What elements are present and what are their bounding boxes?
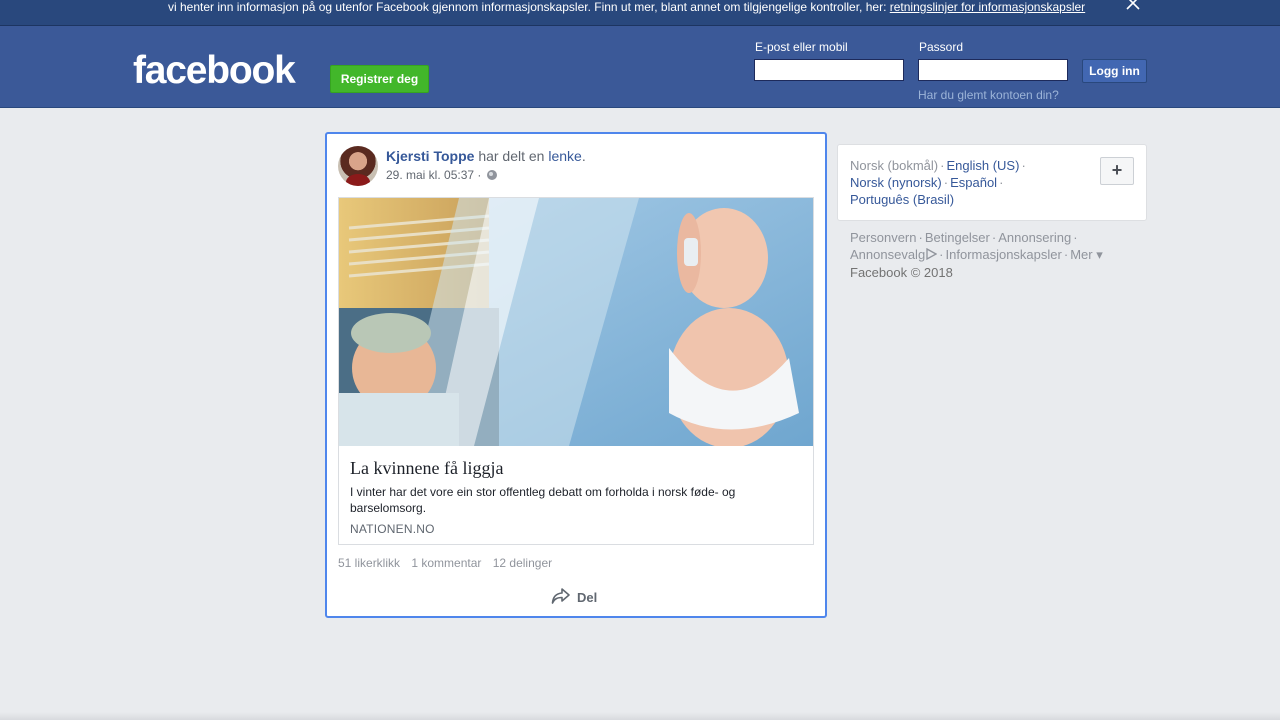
timestamp-separator: · [477,168,482,182]
footer-link-advertising[interactable]: Annonsering [998,230,1071,245]
separator: · [943,175,949,190]
login-button[interactable]: Logg inn [1082,59,1147,83]
post-card: Kjersti Toppe har delt en lenke. 29. mai… [325,132,827,618]
close-icon[interactable] [1124,0,1142,12]
password-field[interactable] [918,59,1068,81]
separator: · [1021,158,1026,173]
newborn-photo [339,198,813,446]
language-list: Norsk (bokmål) · English (US) · Norsk (nyno… [850,157,1070,208]
link-description: I vinter har det vore ein stor offentleg… [350,485,736,515]
email-label: E-post eller mobil [755,40,848,54]
copyright: Facebook © 2018 [850,265,953,280]
globe-icon[interactable] [486,170,497,180]
adchoices-icon [925,247,938,264]
register-button[interactable]: Registrer deg [330,65,429,93]
separator: · [918,230,923,245]
footer-link-adchoices[interactable]: Annonsevalg [850,247,938,264]
post-stats: 51 likerklikk 1 kommentar 12 delinger [338,556,560,570]
post-timestamp-row: 29. mai kl. 05:37 · [386,168,497,182]
link-preview[interactable]: La kvinnene få liggja I vinter har det v… [338,197,814,545]
likes-count[interactable]: 51 likerklikk [338,556,400,570]
add-language-button[interactable]: + [1100,157,1134,185]
separator: · [1073,230,1078,245]
post-period: . [581,148,586,164]
separator: · [939,247,944,262]
bottom-edge [0,712,1280,720]
post-action: har delt en [478,148,545,164]
footer-link-privacy[interactable]: Personvern [850,230,916,245]
shared-object-link[interactable]: lenke [548,148,581,164]
footer-link-terms[interactable]: Betingelser [925,230,990,245]
separator: · [999,175,1004,190]
link-preview-image[interactable] [339,198,813,446]
share-button[interactable]: Del [551,586,597,608]
plus-icon: + [1111,160,1123,180]
email-field[interactable] [754,59,904,81]
share-label: Del [577,589,598,605]
language-option-nynorsk[interactable]: Norsk (nynorsk) [850,175,942,190]
cookie-banner: vi henter inn informasjon på og utenfor … [0,0,1280,26]
language-option-espanol[interactable]: Español [950,175,997,190]
comments-count[interactable]: 1 kommentar [411,556,481,570]
shares-count[interactable]: 12 delinger [493,556,552,570]
avatar[interactable] [338,146,378,186]
cookie-banner-text: vi henter inn informasjon på og utenfor … [168,0,1085,14]
footer-link-more[interactable]: Mer ▾ [1070,247,1103,262]
share-icon [551,587,571,608]
top-header: facebook Registrer deg E-post eller mobi… [0,26,1280,108]
link-title[interactable]: La kvinnene få liggja [350,457,800,479]
caret-down-icon: ▾ [1096,247,1103,262]
password-label: Passord [919,40,964,54]
facebook-logo[interactable]: facebook [133,48,296,94]
language-option-portugues[interactable]: Português (Brasil) [850,192,954,207]
post-header: Kjersti Toppe har delt en lenke. [386,147,586,165]
forgot-account-link[interactable]: Har du glemt kontoen din? [918,88,1059,102]
separator: · [991,230,997,245]
separator: · [940,158,945,173]
language-selector: Norsk (bokmål) · English (US) · Norsk (nyno… [837,144,1147,221]
author-link[interactable]: Kjersti Toppe [386,148,474,164]
post-timestamp[interactable]: 29. mai kl. 05:37 [386,168,474,182]
footer-link-cookies[interactable]: Informasjonskapsler [946,247,1062,262]
cookie-text: vi henter inn informasjon på og utenfor … [168,0,890,14]
cookie-policy-link[interactable]: retningslinjer for informasjonskapsler [890,0,1085,14]
separator: · [1063,247,1069,262]
footer-links: Personvern · Betingelser · Annonsering · Anno… [850,229,1140,281]
link-domain: NATIONEN.NO [350,522,435,536]
adchoices-label: Annonsevalg [850,247,926,262]
current-language: Norsk (bokmål) [850,158,939,173]
language-option-english[interactable]: English (US) [946,158,1019,173]
more-label: Mer [1070,247,1093,262]
